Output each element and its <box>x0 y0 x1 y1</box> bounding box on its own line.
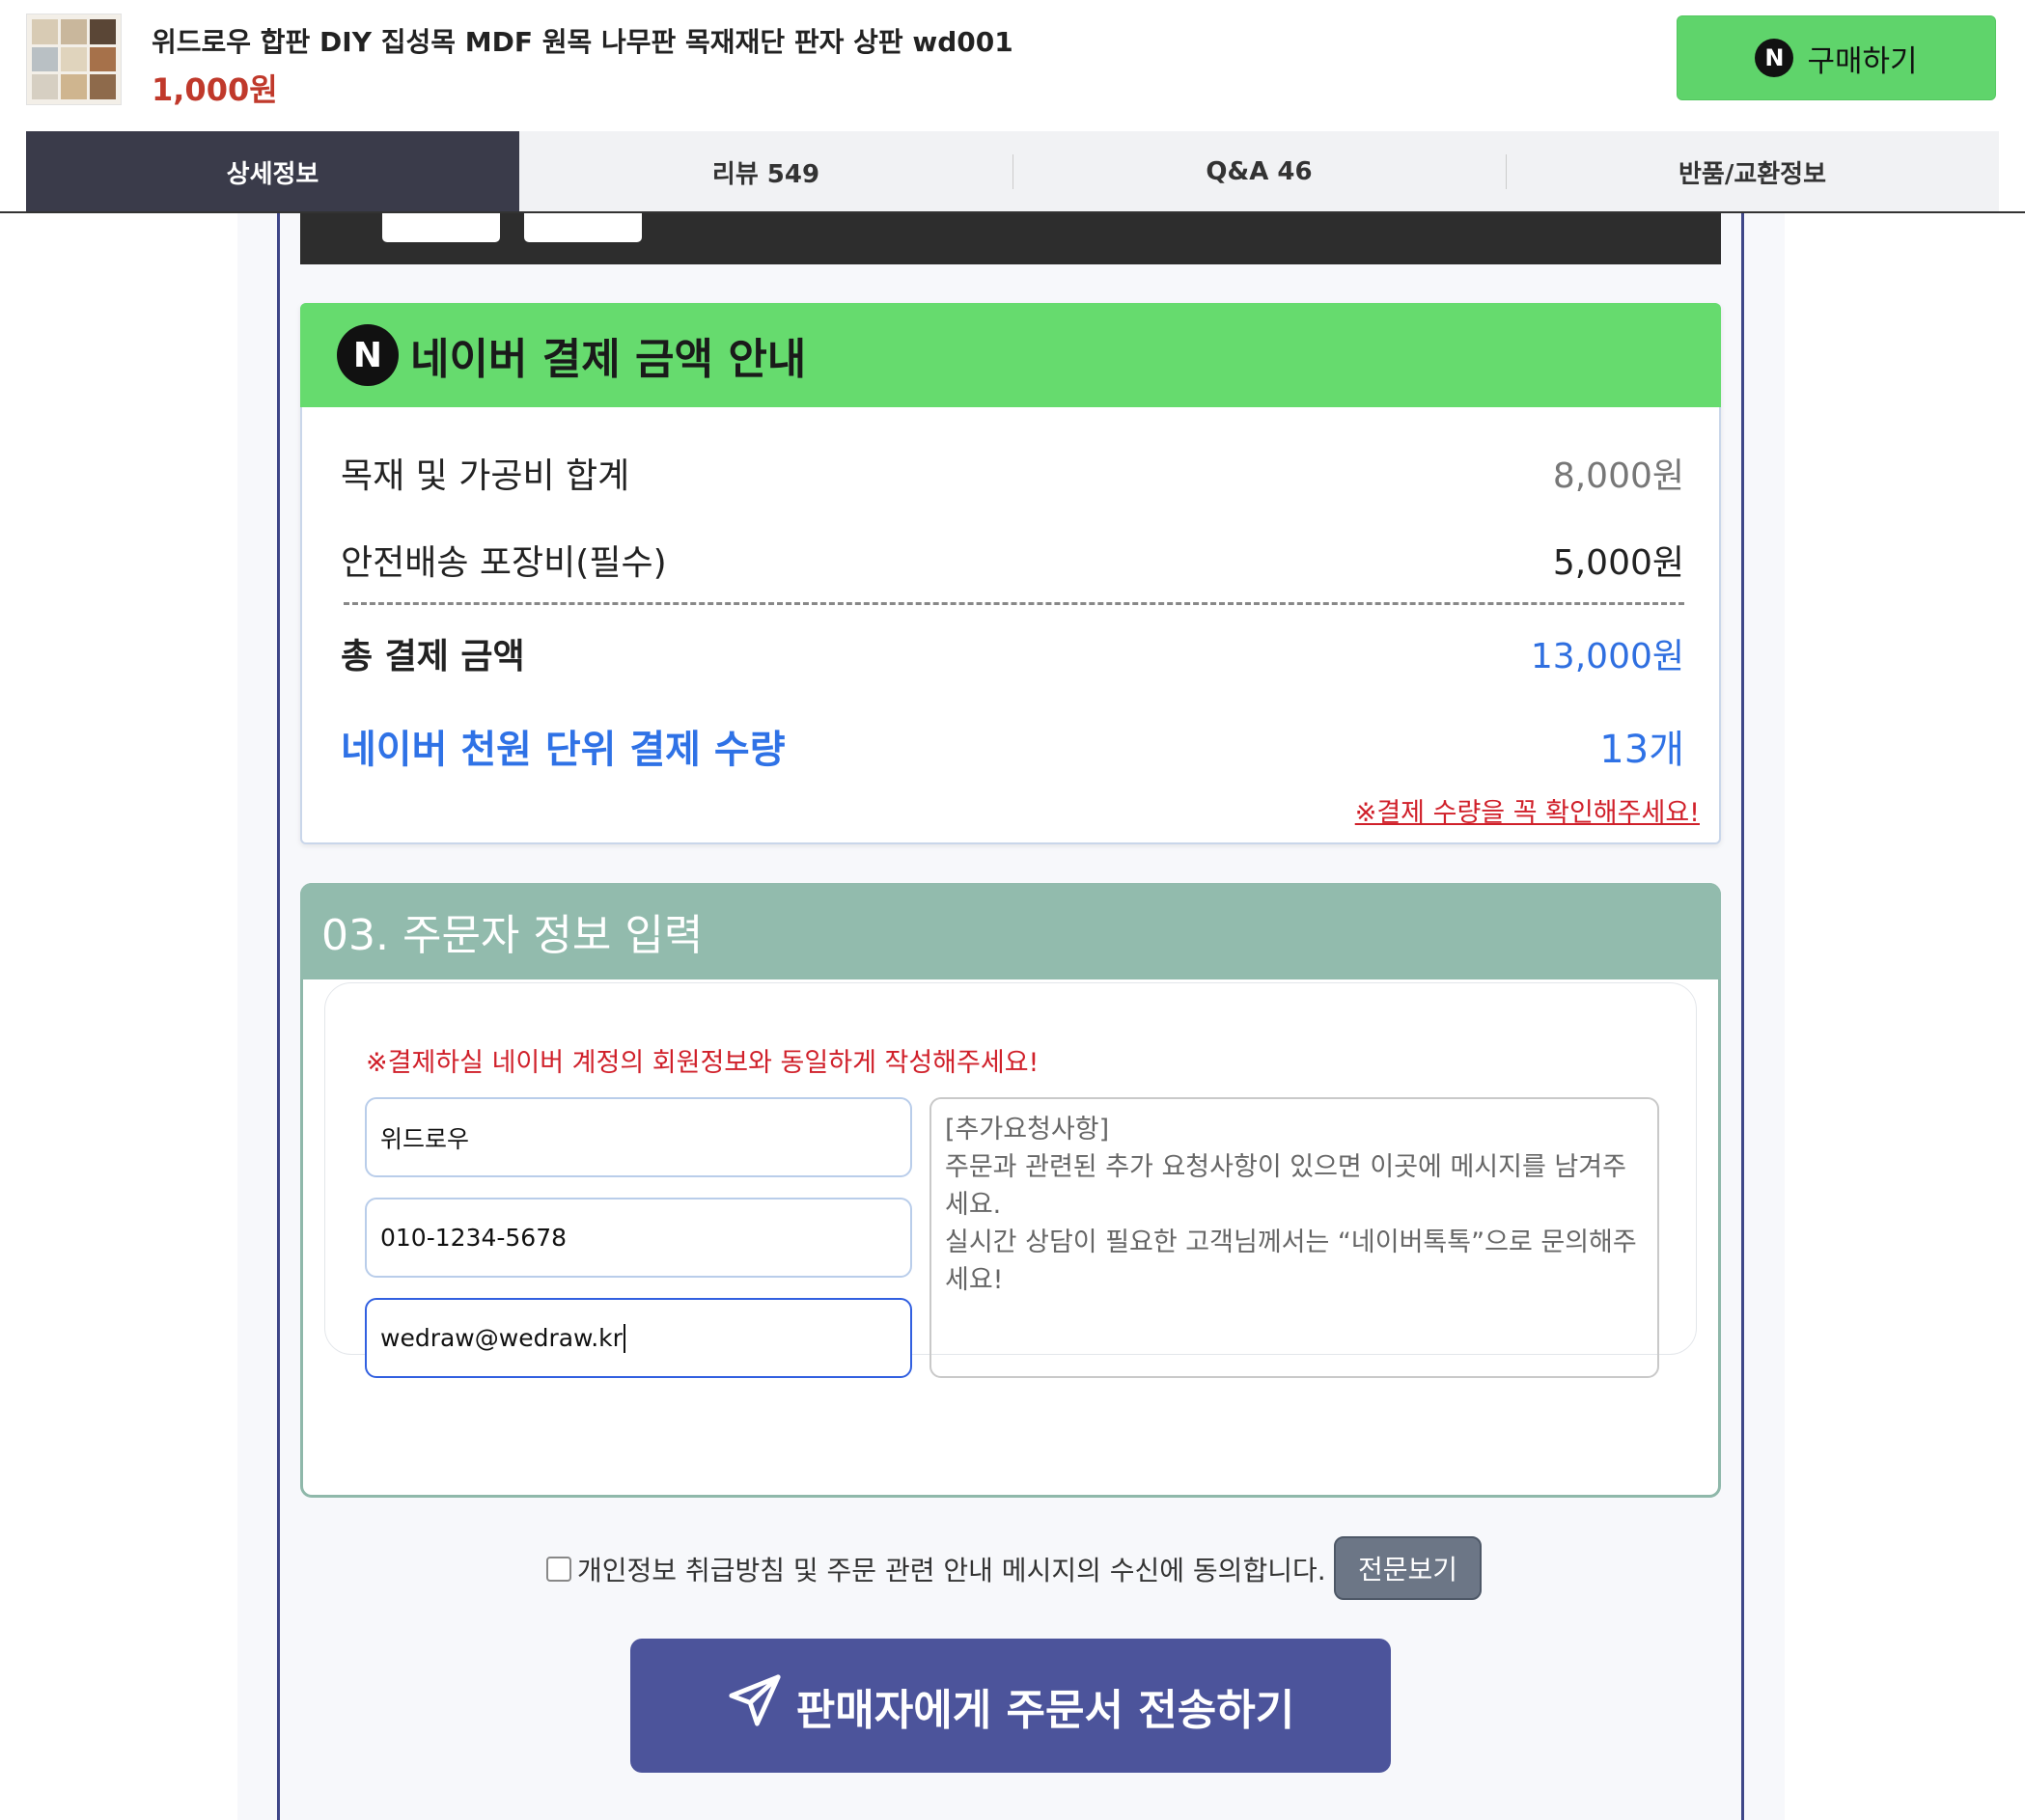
row-value: 5,000원 <box>1552 543 1684 583</box>
paper-plane-icon <box>727 1672 783 1739</box>
view-full-terms-button[interactable]: 전문보기 <box>1334 1536 1482 1600</box>
detail-tabs: 상세정보 리뷰 549 Q&A 46 반품/교환정보 <box>26 131 1999 212</box>
packaging-fee-row: 안전배송 포장비(필수) 5,000원 <box>341 535 1684 585</box>
partial-button[interactable] <box>524 213 642 242</box>
naver-quantity-row: 네이버 천원 단위 결제 수량 13개 <box>341 718 1684 774</box>
product-header: 위드로우 합판 DIY 집성목 MDF 원목 나무판 목재재단 판자 상판 wd… <box>0 0 2025 131</box>
buy-button-label: 구매하기 <box>1807 43 1918 79</box>
order-form-card: ※결제하실 네이버 계정의 회원정보와 동일하게 작성해주세요! 위드로우 01… <box>324 982 1697 1378</box>
naver-payment-header: N 네이버 결제 금액 안내 <box>300 303 1721 407</box>
agreement-label[interactable]: 개인정보 취급방침 및 주문 관련 안내 메시지의 수신에 동의합니다. <box>577 1550 1326 1588</box>
row-label: 목재 및 가공비 합계 <box>341 456 630 496</box>
naver-payment-title: 네이버 결제 금액 안내 <box>410 335 807 384</box>
tab-reviews[interactable]: 리뷰 549 <box>519 131 1012 212</box>
product-title: 위드로우 합판 DIY 집성목 MDF 원목 나무판 목재재단 판자 상판 wd… <box>152 26 1013 58</box>
row-value: 13개 <box>1599 728 1684 772</box>
order-info-title: 03. 주문자 정보 입력 <box>300 883 1721 979</box>
naver-n-icon: N <box>337 324 399 386</box>
row-label: 네이버 천원 단위 결제 수량 <box>341 728 786 772</box>
agreement-checkbox[interactable] <box>546 1557 571 1582</box>
email-field[interactable]: wedraw@wedraw.kr <box>365 1298 912 1378</box>
total-payment-row: 총 결제 금액 13,000원 <box>341 628 1684 678</box>
partial-button[interactable] <box>382 213 500 242</box>
naver-n-icon: N <box>1755 39 1794 77</box>
phone-field[interactable]: 010-1234-5678 <box>365 1198 912 1278</box>
tab-qna[interactable]: Q&A 46 <box>1012 131 1506 212</box>
partial-info-strip <box>300 213 1721 264</box>
email-value: wedraw@wedraw.kr <box>380 1324 623 1352</box>
dashed-divider <box>344 602 1684 605</box>
agreement-row: 개인정보 취급방침 및 주문 관련 안내 메시지의 수신에 동의합니다. <box>546 1550 1326 1588</box>
text-caret <box>623 1323 625 1353</box>
tab-return-exchange[interactable]: 반품/교환정보 <box>1506 131 1999 212</box>
row-label: 총 결제 금액 <box>341 637 525 676</box>
product-price: 1,000원 <box>152 71 278 108</box>
phone-value: 010-1234-5678 <box>380 1224 568 1252</box>
order-form-notice: ※결제하실 네이버 계정의 회원정보와 동일하게 작성해주세요! <box>366 1048 1040 1078</box>
buy-button[interactable]: N 구매하기 <box>1677 15 1996 100</box>
request-textarea[interactable]: [추가요청사항] 주문과 관련된 추가 요청사항이 있으면 이곳에 메시지를 남… <box>929 1097 1659 1378</box>
row-value: 13,000원 <box>1530 637 1684 676</box>
product-thumbnail[interactable] <box>26 14 122 105</box>
naver-payment-box: N 네이버 결제 금액 안내 목재 및 가공비 합계 8,000원 안전배송 포… <box>300 303 1721 844</box>
send-order-label: 판매자에게 주문서 전송하기 <box>795 1685 1295 1735</box>
wood-processing-total-row: 목재 및 가공비 합계 8,000원 <box>341 448 1684 498</box>
send-order-button[interactable]: 판매자에게 주문서 전송하기 <box>630 1639 1391 1773</box>
name-field[interactable]: 위드로우 <box>365 1097 912 1177</box>
row-label: 안전배송 포장비(필수) <box>341 543 667 583</box>
row-value: 8,000원 <box>1552 456 1684 496</box>
name-value: 위드로우 <box>380 1124 470 1153</box>
order-info-box: 03. 주문자 정보 입력 ※결제하실 네이버 계정의 회원정보와 동일하게 작… <box>300 883 1721 1498</box>
tab-details[interactable]: 상세정보 <box>26 131 519 212</box>
quantity-warning-link[interactable]: ※결제 수량을 꼭 확인해주세요! <box>1355 791 1700 829</box>
